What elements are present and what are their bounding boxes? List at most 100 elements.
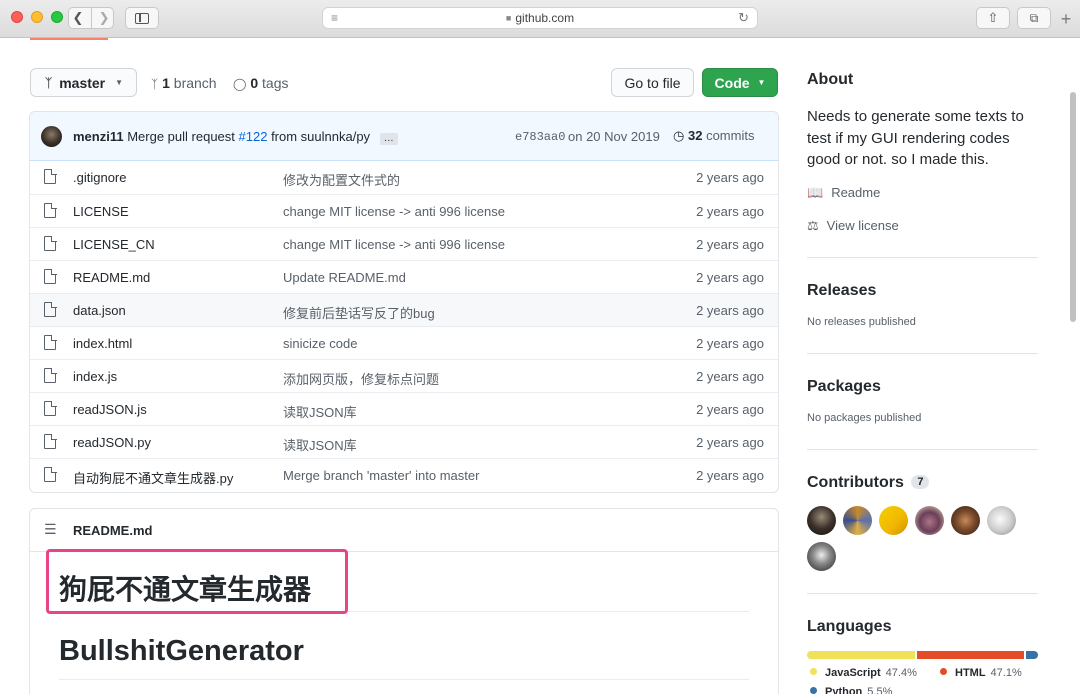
language-name: HTML [955,667,986,679]
book-icon: 📖 [807,186,824,201]
file-name[interactable]: README.md [73,270,150,285]
file-commit-message[interactable]: Merge branch 'master' into master [283,468,479,483]
file-row[interactable]: .gitignore 修改为配置文件式的 2 years ago [30,161,778,194]
file-name[interactable]: index.js [73,369,117,384]
reload-icon[interactable]: ↻ [738,10,749,26]
list-icon[interactable]: ☰ [44,521,57,538]
go-to-file-label: Go to file [624,74,681,91]
language-item[interactable]: JavaScript 47.4% [810,667,917,679]
reader-icon[interactable]: ≡ [331,11,338,25]
forward-icon[interactable]: ❯ [99,10,110,26]
file-row[interactable]: readJSON.js 读取JSON库 2 years ago [30,392,778,425]
readme-link[interactable]: 📖 Readme [807,185,880,201]
maximize-window-button[interactable] [51,11,63,23]
file-row[interactable]: readJSON.py 读取JSON库 2 years ago [30,425,778,458]
new-tab-button[interactable]: + [1056,10,1076,30]
pr-link[interactable]: #122 [239,129,268,144]
tags-link[interactable]: ◯ 0 tags [233,75,288,91]
license-link[interactable]: ⚖ View license [807,218,899,234]
packages-title[interactable]: Packages [807,378,881,396]
commits-link[interactable]: ◷ 32 commits [673,128,754,144]
plus-icon: + [1060,9,1072,29]
file-name[interactable]: .gitignore [73,170,126,185]
share-icon: ⇧ [987,10,999,25]
file-row[interactable]: LICENSE_CN change MIT license -> anti 996… [30,227,778,260]
file-commit-message[interactable]: Update README.md [283,270,406,285]
file-age: 2 years ago [696,237,764,252]
file-row[interactable]: 自动狗屁不通文章生成器.py Merge branch 'master' into… [30,458,778,491]
avatar[interactable] [807,506,836,535]
avatar[interactable] [915,506,944,535]
file-icon [44,202,57,218]
go-to-file-button[interactable]: Go to file [611,68,694,97]
file-age: 2 years ago [696,336,764,351]
commit-label: commits [706,128,755,143]
commit-message-prefix[interactable]: Merge pull request [127,129,235,144]
branch-icon: ᛉ [45,75,53,90]
scrollbar[interactable] [1070,92,1076,322]
file-commit-message[interactable]: 添加网页版，修复标点问题 [283,369,439,388]
file-commit-message[interactable]: change MIT license -> anti 996 license [283,204,505,219]
avatar[interactable] [807,542,836,571]
chevron-down-icon: ▼ [757,78,766,87]
highlight-box [46,549,348,614]
file-name[interactable]: LICENSE [73,204,129,219]
file-icon [44,268,57,284]
language-bar-segment-javascript[interactable] [807,651,915,659]
commit-author[interactable]: menzi11 [73,129,124,144]
license-link-label: View license [826,218,899,233]
code-button[interactable]: Code ▼ [702,68,778,97]
commit-message-suffix[interactable]: from suulnnka/py [271,129,370,144]
sidebar-toggle-button[interactable] [125,7,159,29]
avatar[interactable] [951,506,980,535]
file-name[interactable]: readJSON.js [73,402,147,417]
close-window-button[interactable] [11,11,23,23]
file-row[interactable]: index.js 添加网页版，修复标点问题 2 years ago [30,359,778,392]
file-icon [44,301,57,317]
share-button[interactable]: ⇧ [976,7,1010,29]
file-icon [44,400,57,416]
commit-hash[interactable]: e783aa0 [515,130,565,144]
language-bar-segment-python[interactable] [1026,651,1038,659]
file-commit-message[interactable]: sinicize code [283,336,357,351]
file-table: menzi11 Merge pull request #122 from suu… [29,111,779,493]
readme-header: ☰ README.md [30,509,778,552]
file-commit-message[interactable]: 修改为配置文件式的 [283,170,400,189]
about-text-line: good or not. so I made this. [807,151,989,168]
file-icon [44,367,57,383]
language-bar-segment-html[interactable] [917,651,1024,659]
releases-title[interactable]: Releases [807,282,876,300]
language-item[interactable]: Python 5.5% [810,686,892,694]
language-item[interactable]: HTML 47.1% [940,667,1022,679]
commit-ellipsis-button[interactable]: … [379,133,398,145]
browser-toolbar: ❮ ❯ ≡ ■ github.com ↻ ⇧ ⧉ + [0,0,1080,38]
avatar[interactable] [41,126,62,147]
file-row[interactable]: README.md Update README.md 2 years ago [30,260,778,293]
file-row[interactable]: data.json 修复前后垫话写反了的bug 2 years ago [30,293,778,326]
branches-link[interactable]: ᛉ 1 branch [151,75,217,91]
file-row[interactable]: index.html sinicize code 2 years ago [30,326,778,359]
back-icon[interactable]: ❮ [73,10,84,26]
file-row[interactable]: LICENSE change MIT license -> anti 996 li… [30,194,778,227]
minimize-window-button[interactable] [31,11,43,23]
file-name[interactable]: readJSON.py [73,435,151,450]
avatar[interactable] [987,506,1016,535]
branch-icon: ᛉ [151,77,159,91]
file-commit-message[interactable]: 读取JSON库 [283,435,357,454]
branch-select-button[interactable]: ᛉ master ▼ [30,68,137,97]
file-name[interactable]: data.json [73,303,126,318]
about-description: Needs to generate some texts to test if … [807,106,1024,171]
file-commit-message[interactable]: change MIT license -> anti 996 license [283,237,505,252]
file-commit-message[interactable]: 读取JSON库 [283,402,357,421]
tabs-overview-button[interactable]: ⧉ [1017,7,1051,29]
avatar[interactable] [843,506,872,535]
avatar[interactable] [879,506,908,535]
active-tab-underline [30,38,108,40]
file-name[interactable]: LICENSE_CN [73,237,155,252]
file-name[interactable]: 自动狗屁不通文章生成器.py [73,468,233,487]
contributors-title[interactable]: Contributors 7 [807,474,930,492]
file-commit-message[interactable]: 修复前后垫话写反了的bug [283,303,435,322]
language-name: JavaScript [825,667,881,679]
address-bar[interactable]: ≡ ■ github.com ↻ [322,7,758,29]
file-name[interactable]: index.html [73,336,132,351]
